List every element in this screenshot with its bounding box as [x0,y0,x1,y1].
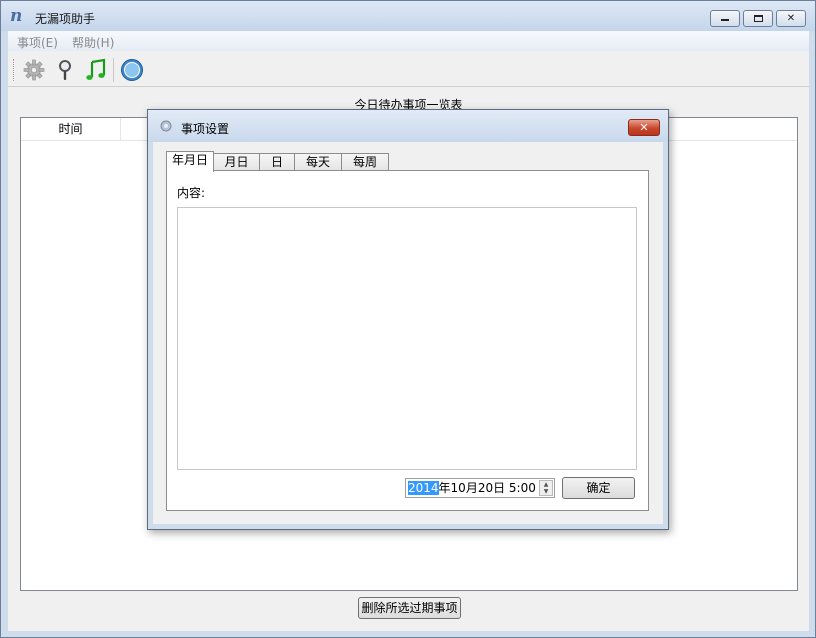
content-textarea[interactable] [177,207,637,470]
minimize-icon [721,19,729,21]
tab-daily[interactable]: 每天 [294,153,342,171]
close-icon: ✕ [639,121,649,134]
content-label: 内容: [177,186,206,200]
tab-year-month-day[interactable]: 年月日 [166,151,214,172]
window-title: 无漏项助手 [35,12,96,26]
column-header-time[interactable]: 时间 [21,118,121,141]
title-bar[interactable]: n 无漏项助手 ✕ [1,1,815,31]
datetime-rest: 年10月20日 5:00 [438,481,536,495]
dialog-client-area: 年月日 月日 日 每天 每周 内容: 2014年10月20日 5:00 ▲ ▼ 确… [153,142,663,524]
dialog-title-bar[interactable]: 事项设置 ✕ [148,110,668,142]
app-logo-icon: n [10,6,23,26]
delete-expired-button[interactable]: 删除所选过期事项 [358,597,461,619]
dialog-title: 事项设置 [181,122,230,136]
menu-bar: 事项(E) 帮助(H) [8,31,809,51]
music-note-icon[interactable] [84,58,108,82]
gear-icon[interactable] [22,58,46,82]
dialog-close-button[interactable]: ✕ [628,119,660,136]
maximize-icon [753,15,763,22]
toolbar-grip[interactable] [13,59,16,81]
datetime-year-field[interactable]: 2014 [408,481,439,495]
dialog-gear-icon [160,120,172,132]
about-icon[interactable] [120,58,144,82]
tab-month-day[interactable]: 月日 [213,153,260,171]
datetime-spinner[interactable]: ▲ ▼ [539,480,553,496]
tab-day[interactable]: 日 [259,153,295,171]
search-icon[interactable] [53,58,77,82]
menu-item-help[interactable]: 帮助(H) [72,34,114,51]
menu-item-items[interactable]: 事项(E) [17,34,58,51]
datetime-picker[interactable]: 2014年10月20日 5:00 ▲ ▼ [405,478,555,498]
maximize-button[interactable] [743,10,773,27]
tab-panel: 内容: 2014年10月20日 5:00 ▲ ▼ 确定 [166,170,649,511]
toolbar-separator [113,58,114,82]
close-button[interactable]: ✕ [776,10,806,27]
confirm-button[interactable]: 确定 [562,477,635,499]
tab-weekly[interactable]: 每周 [341,153,389,171]
close-icon: ✕ [786,13,796,24]
minimize-button[interactable] [710,10,740,27]
item-settings-dialog: 事项设置 ✕ 年月日 月日 日 每天 每周 内容: 2014年10月20日 5:… [147,109,669,530]
toolbar [8,53,809,87]
